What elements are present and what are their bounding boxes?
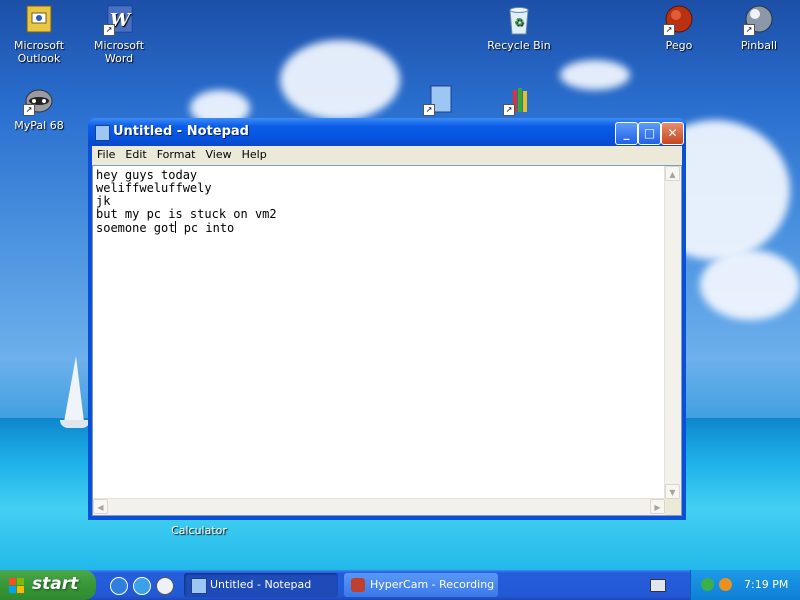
media-player-icon[interactable] (156, 577, 174, 595)
keyboard-icon[interactable] (650, 579, 666, 592)
svg-text:♻: ♻ (514, 16, 524, 29)
clock[interactable]: 7:19 PM (744, 578, 788, 591)
desktop-icon-outlook[interactable]: Microsoft Outlook (3, 4, 75, 65)
scroll-left-button[interactable]: ◀ (93, 499, 108, 514)
desktop-icon-label: Microsoft Word (93, 39, 145, 65)
menu-bar: File Edit Format View Help (92, 146, 682, 165)
scroll-right-button[interactable]: ▶ (650, 499, 665, 514)
sailboat-hull (60, 420, 90, 428)
shortcut-arrow-icon: ↗ (23, 104, 35, 116)
hypercam-icon (351, 578, 365, 592)
menu-format[interactable]: Format (152, 146, 201, 163)
shortcut-arrow-icon: ↗ (663, 24, 675, 36)
minimize-button[interactable]: _ (615, 122, 638, 145)
task-label: HyperCam - Recording (370, 578, 495, 591)
horizontal-scrollbar[interactable]: ◀ ▶ (93, 498, 665, 515)
notepad-shortcut-icon: ↗ (423, 84, 455, 116)
desktop-icon-label: Pinball (740, 39, 778, 52)
arrow-right-icon: ▶ (654, 503, 661, 512)
title-bar[interactable]: Untitled - Notepad _ □ ✕ (88, 118, 686, 146)
menu-file[interactable]: File (92, 146, 120, 163)
maximize-icon: □ (643, 126, 656, 140)
cloud (560, 60, 630, 90)
shortcut-arrow-icon: ↗ (423, 104, 435, 116)
desktop-icon-paint-shortcut[interactable]: ↗ (483, 84, 555, 119)
system-tray: 7:19 PM (690, 570, 800, 600)
desktop-icon-pinball[interactable]: ↗ Pinball (723, 4, 795, 52)
arrow-down-icon: ▼ (669, 488, 676, 497)
shortcut-arrow-icon: ↗ (503, 104, 515, 116)
menu-edit[interactable]: Edit (120, 146, 151, 163)
start-label: start (32, 574, 79, 594)
cloud (700, 250, 800, 320)
desktop-icon-notepad-shortcut[interactable]: ↗ (403, 84, 475, 119)
arrow-up-icon: ▲ (669, 170, 676, 179)
task-label: Untitled - Notepad (210, 578, 312, 591)
scroll-up-button[interactable]: ▲ (665, 166, 680, 181)
start-button[interactable]: start (0, 570, 96, 600)
desktop-icon-calculator[interactable]: Calculator (163, 524, 235, 537)
maximize-button[interactable]: □ (638, 122, 661, 145)
desktop: { "desktop": { "icons": [ {"label": "Mic… (0, 0, 800, 600)
recycle-bin-icon: ♻ (503, 4, 535, 36)
internet-explorer-icon[interactable] (110, 577, 128, 595)
close-button[interactable]: ✕ (661, 122, 684, 145)
vertical-scrollbar[interactable]: ▲ ▼ (664, 166, 681, 499)
desktop-icon-recycle-bin[interactable]: ♻ Recycle Bin (483, 4, 555, 52)
shortcut-arrow-icon: ↗ (743, 24, 755, 36)
text-after-caret: pc into (176, 221, 235, 235)
cloud (280, 40, 400, 120)
desktop-icon-pego[interactable]: ↗ Pego (643, 4, 715, 52)
window-title: Untitled - Notepad (113, 124, 249, 139)
document-text: hey guys today weliffweluffwely jk but m… (96, 169, 277, 235)
paint-shortcut-icon: ↗ (503, 84, 535, 116)
mypal-icon: ↗ (23, 84, 55, 116)
scroll-down-button[interactable]: ▼ (665, 484, 680, 499)
windows-logo-icon (9, 578, 25, 594)
notepad-icon (95, 125, 110, 141)
arrow-left-icon: ◀ (97, 503, 104, 512)
sailboat (64, 356, 84, 422)
desktop-icon-label: MyPal 68 (14, 119, 64, 132)
pinball-icon: ↗ (743, 4, 775, 36)
minimize-icon: _ (623, 126, 630, 140)
desktop-icon-mypal[interactable]: ↗ MyPal 68 (3, 84, 75, 132)
outlook-icon (23, 4, 55, 36)
pego-icon: ↗ (663, 4, 695, 36)
notepad-window[interactable]: Untitled - Notepad _ □ ✕ File Edit Format V… (88, 118, 686, 520)
word-icon: W ↗ (103, 4, 135, 36)
outlook-express-icon[interactable] (133, 577, 151, 595)
desktop-icon-label: Microsoft Outlook (13, 39, 65, 65)
shortcut-arrow-icon: ↗ (103, 24, 115, 36)
tray-security-icon[interactable] (701, 578, 714, 591)
text-editor[interactable]: hey guys today weliffweluffwely jk but m… (92, 165, 682, 516)
close-icon: ✕ (667, 126, 678, 140)
resize-grip[interactable] (665, 499, 681, 515)
task-hypercam[interactable]: HyperCam - Recording (344, 573, 498, 597)
taskbar: start Untitled - Notepad HyperCam - Reco… (0, 570, 800, 600)
tray-search-icon[interactable] (719, 578, 732, 591)
desktop-icon-word[interactable]: W ↗ Microsoft Word (83, 4, 155, 65)
desktop-icon-label: Recycle Bin (487, 39, 551, 52)
menu-help[interactable]: Help (237, 146, 272, 163)
desktop-icon-label: Pego (665, 39, 693, 52)
desktop-icon-label: Calculator (171, 524, 227, 537)
task-notepad[interactable]: Untitled - Notepad (184, 573, 338, 597)
menu-view[interactable]: View (201, 146, 237, 163)
notepad-icon (191, 578, 207, 594)
